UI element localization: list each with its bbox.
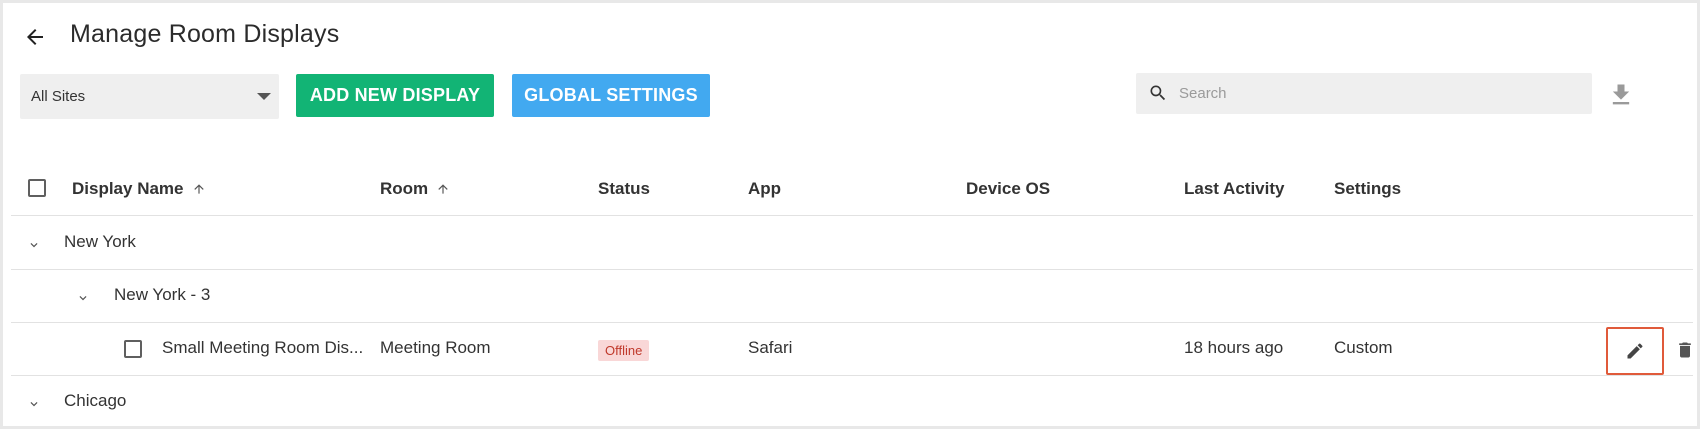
page-title: Manage Room Displays [70, 20, 340, 48]
group-row[interactable]: New York [11, 217, 1693, 270]
row-checkbox[interactable] [124, 340, 142, 358]
column-app[interactable]: App [748, 179, 781, 199]
cell-last-activity: 18 hours ago [1184, 338, 1284, 357]
cell-settings: Custom [1334, 338, 1393, 357]
select-all-checkbox[interactable] [28, 179, 46, 197]
subgroup-label: New York - 3 [114, 285, 211, 304]
arrow-left-icon [27, 29, 43, 45]
chevron-down-icon[interactable] [27, 397, 41, 411]
trash-icon [1679, 342, 1691, 358]
table-header: Display Name Room Status App Device OS L… [11, 161, 1693, 216]
add-new-display-button[interactable]: ADD NEW DISPLAY [296, 74, 494, 117]
status-badge: Offline [598, 340, 650, 361]
table-row[interactable]: Small Meeting Room Dis... Meeting Room O… [11, 323, 1693, 376]
sort-arrow-up-icon [436, 182, 450, 196]
site-filter-select[interactable]: All Sites [20, 74, 279, 119]
group-label: Chicago [64, 391, 127, 410]
global-settings-button[interactable]: GLOBAL SETTINGS [512, 74, 710, 117]
app-window: Manage Room Displays All Sites ADD NEW D… [3, 3, 1697, 426]
download-button[interactable] [1607, 81, 1635, 109]
column-display-name[interactable]: Display Name [72, 179, 206, 199]
search-box [1136, 73, 1592, 114]
chevron-down-icon[interactable] [76, 291, 90, 305]
pencil-icon [1627, 343, 1643, 359]
column-room[interactable]: Room [380, 179, 450, 199]
sort-arrow-up-icon [192, 182, 206, 196]
site-filter-value: All Sites [31, 88, 86, 105]
cell-display-name[interactable]: Small Meeting Room Dis... [162, 338, 363, 358]
group-label: New York [64, 232, 136, 251]
group-row[interactable]: Chicago [11, 376, 1693, 426]
caret-down-icon [257, 93, 271, 100]
cell-room: Meeting Room [380, 338, 491, 357]
back-button[interactable] [21, 23, 49, 51]
delete-button[interactable] [1675, 339, 1695, 361]
download-icon [1612, 84, 1630, 105]
edit-button[interactable] [1606, 327, 1664, 375]
cell-app: Safari [748, 338, 793, 357]
column-settings[interactable]: Settings [1334, 179, 1401, 199]
column-device-os[interactable]: Device OS [966, 179, 1050, 199]
chevron-down-icon[interactable] [27, 238, 41, 252]
column-status[interactable]: Status [598, 179, 650, 199]
search-input[interactable] [1179, 73, 1584, 114]
column-last-activity[interactable]: Last Activity [1184, 179, 1284, 199]
search-icon [1150, 85, 1166, 101]
subgroup-row[interactable]: New York - 3 [11, 270, 1693, 323]
